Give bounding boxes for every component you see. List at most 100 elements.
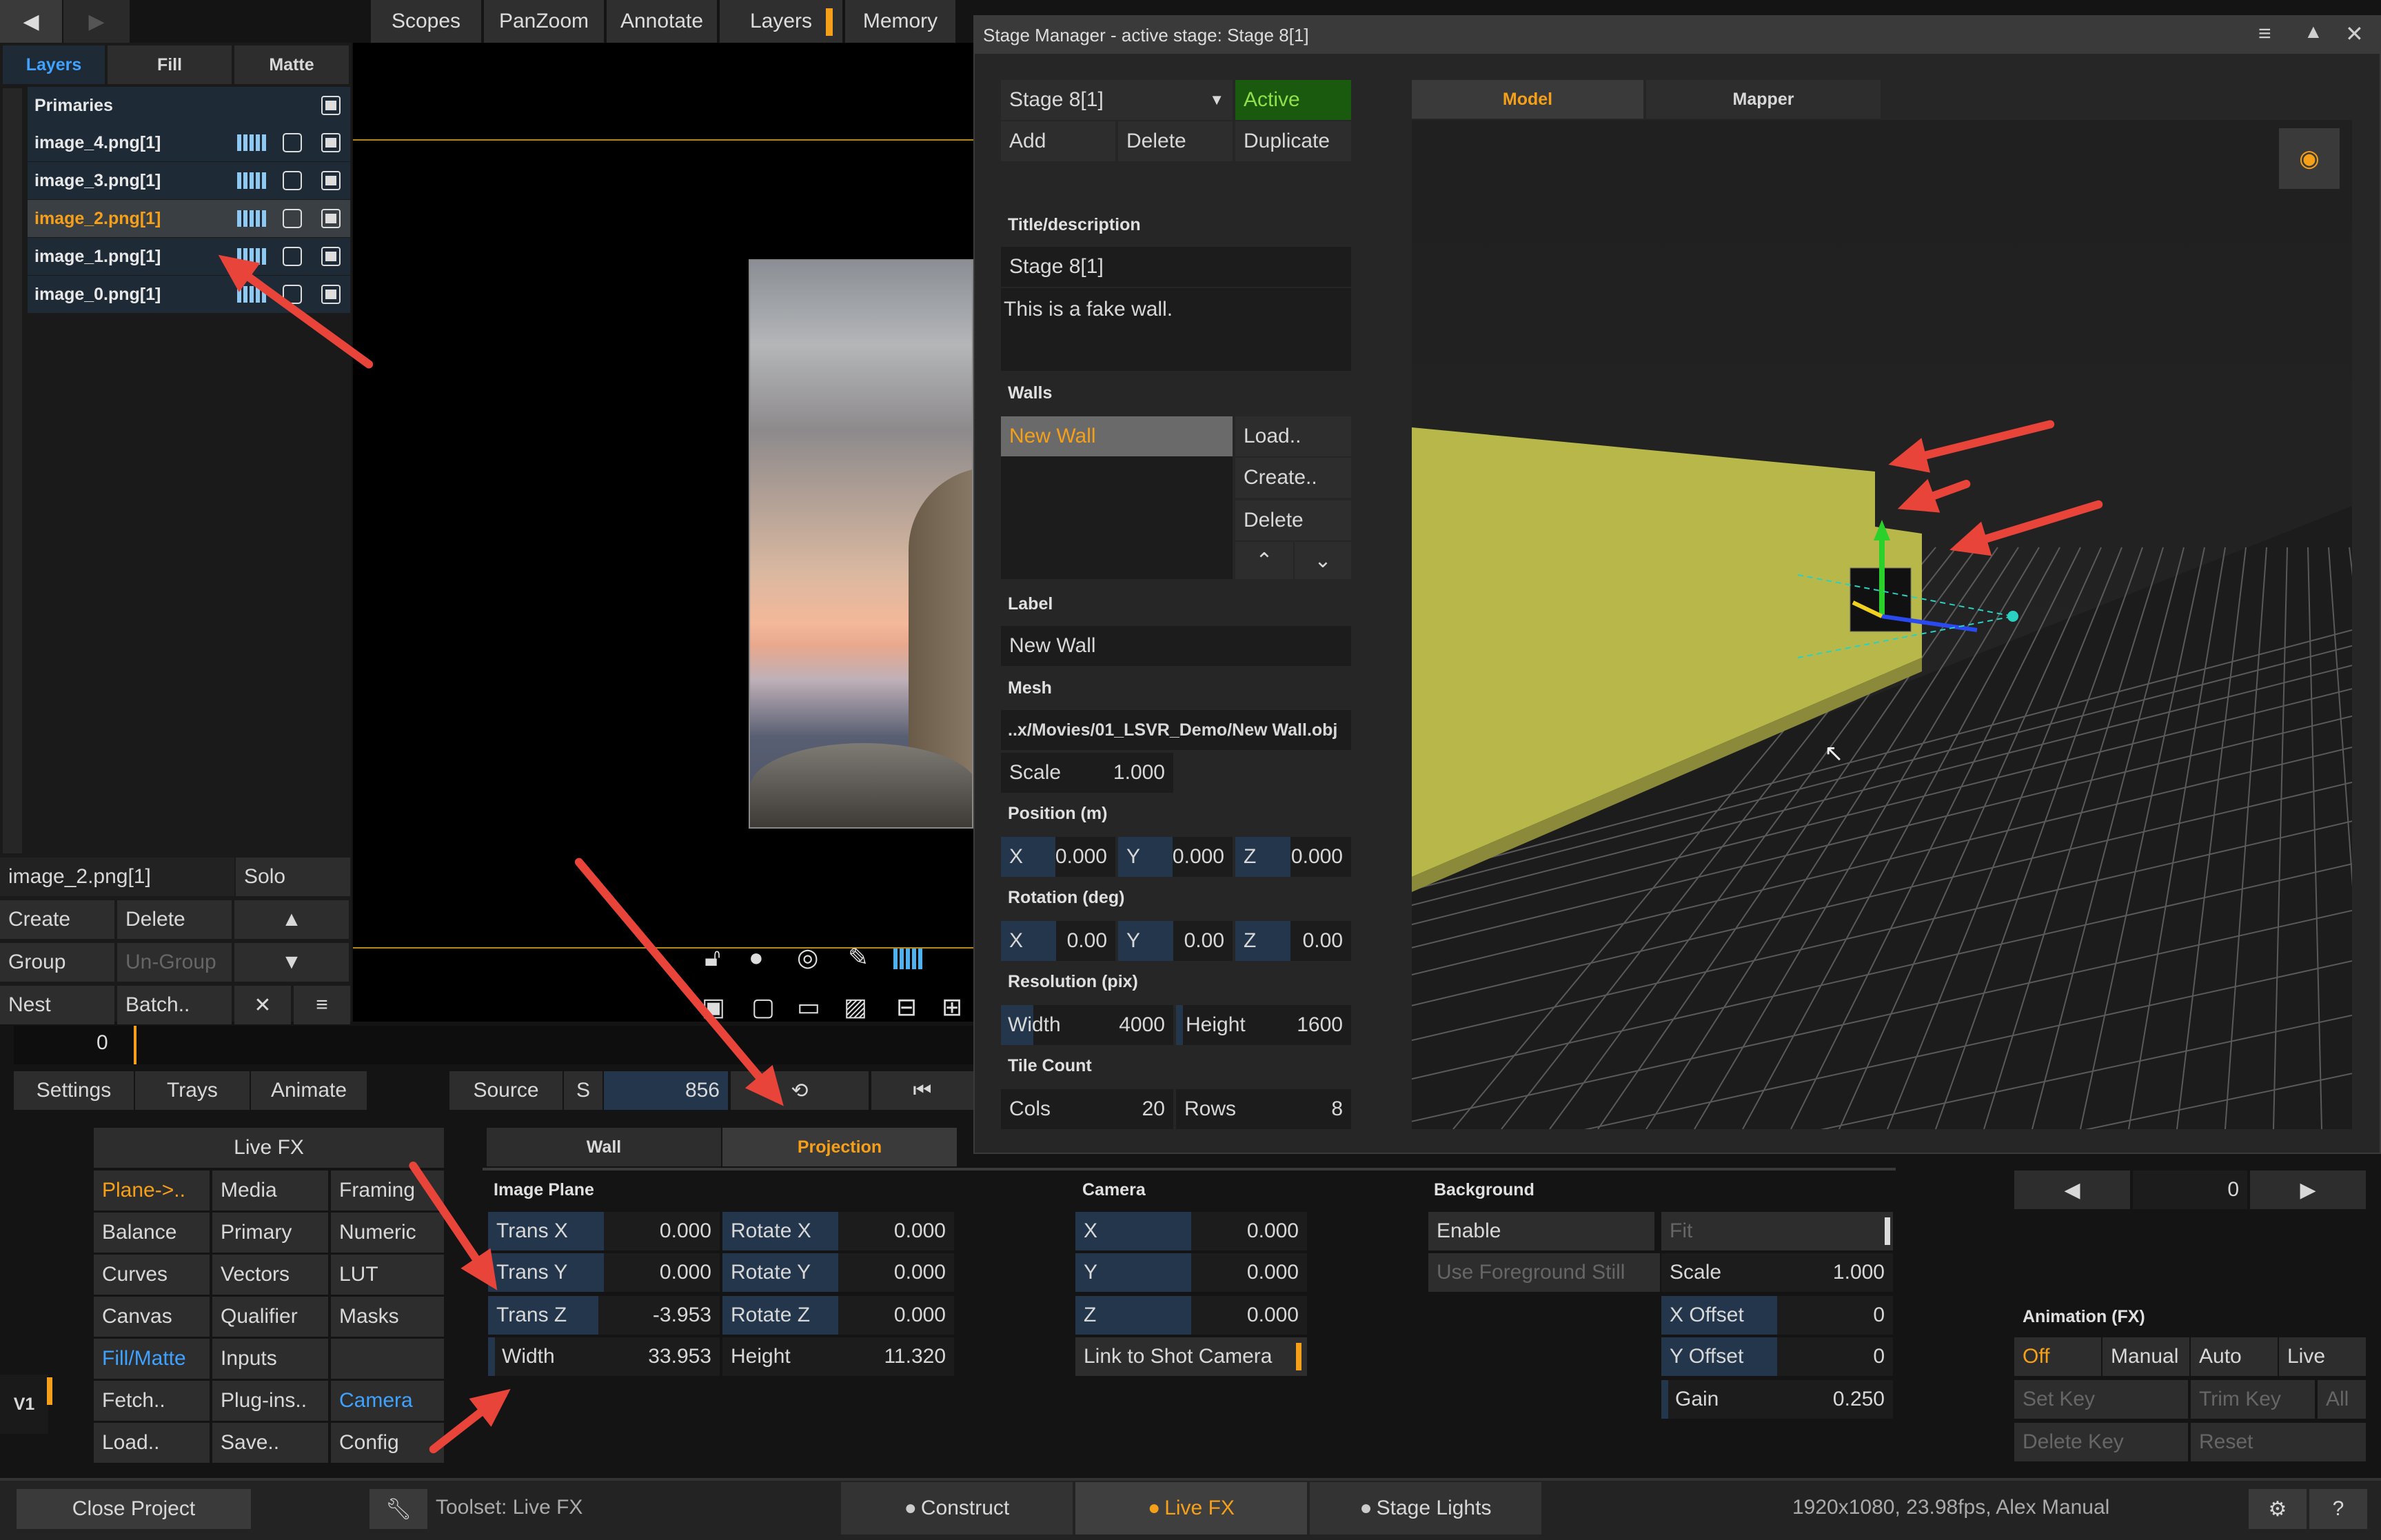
tab-panzoom[interactable]: PanZoom — [484, 0, 604, 43]
bg-gain-field[interactable]: Gain 0.250 — [1661, 1380, 1893, 1419]
layer-toggle-checkbox[interactable] — [321, 247, 341, 266]
load-wall-button[interactable]: Load.. — [1235, 416, 1351, 456]
mesh-scale-field[interactable]: Scale 1.000 — [1001, 753, 1173, 793]
tab-memory[interactable]: Memory — [845, 0, 955, 43]
layer-toggle-checkbox[interactable] — [321, 133, 341, 152]
layer-toggle-checkbox[interactable] — [321, 285, 341, 304]
zoom-out-icon[interactable]: ⊟ — [896, 993, 917, 1022]
mask-icon[interactable]: ▨ — [844, 993, 867, 1022]
key-frame-field[interactable]: 0 — [2133, 1171, 2247, 1209]
primaries-checkbox[interactable] — [321, 96, 341, 115]
fx-fill-matte-button[interactable]: Fill/Matte — [94, 1339, 210, 1379]
trim-key-button[interactable]: Trim Key — [2191, 1380, 2315, 1419]
tab-model[interactable]: Model — [1412, 80, 1643, 119]
mesh-path-field[interactable]: ..x/Movies/01_LSVR_Demo/New Wall.obj — [1001, 710, 1351, 750]
anim-live-button[interactable]: Live — [2279, 1337, 2366, 1376]
delete-stage-button[interactable]: Delete — [1118, 121, 1233, 161]
resolution-width-field[interactable]: Width 4000 — [1001, 1005, 1173, 1045]
create-layer-button[interactable]: Create — [0, 900, 114, 939]
height-field[interactable]: Height 11.320 — [722, 1337, 954, 1376]
aspect-icon[interactable]: ▭ — [797, 993, 820, 1022]
link-to-shot-camera-button[interactable]: Link to Shot Camera — [1075, 1337, 1307, 1376]
close-x-button[interactable]: ✕ — [234, 986, 291, 1024]
layer-visibility-checkbox[interactable] — [283, 209, 302, 228]
camera-y-field[interactable]: Y 0.000 — [1075, 1253, 1307, 1292]
tab-annotate[interactable]: Annotate — [607, 0, 717, 43]
fx-qualifier-button[interactable]: Qualifier — [212, 1297, 328, 1337]
settings-gear-button[interactable]: ⚙ — [2249, 1489, 2307, 1529]
bg-fit-button[interactable]: Fit — [1661, 1212, 1893, 1250]
rotate-y-field[interactable]: Rotate Y 0.000 — [722, 1253, 954, 1292]
set-key-button[interactable]: Set Key — [2014, 1380, 2188, 1419]
key-next-button[interactable]: ▶ — [2250, 1171, 2366, 1209]
layer-toggle-checkbox[interactable] — [321, 209, 341, 228]
position-y-field[interactable]: Y 0.000 — [1118, 837, 1233, 877]
fx-plane-button[interactable]: Plane->.. — [94, 1171, 210, 1210]
stage-description-field[interactable]: This is a fake wall. — [1001, 288, 1351, 371]
bg-y-offset-field[interactable]: Y Offset 0 — [1661, 1337, 1893, 1376]
delete-layer-button[interactable]: Delete — [117, 900, 232, 939]
trans-y-field[interactable]: Trans Y 0.000 — [488, 1253, 720, 1292]
tile-cols-field[interactable]: Cols 20 — [1001, 1089, 1173, 1129]
move-up-button[interactable]: ▲ — [234, 900, 349, 939]
group-button[interactable]: Group — [0, 943, 114, 982]
rotate-z-field[interactable]: Rotate Z 0.000 — [722, 1296, 954, 1335]
move-down-button[interactable]: ▼ — [234, 943, 349, 982]
tab-wall[interactable]: Wall — [487, 1128, 721, 1166]
tab-layers-panel[interactable]: Layers — [3, 45, 105, 84]
anim-off-button[interactable]: Off — [2014, 1337, 2101, 1376]
pencil-icon[interactable]: ✎ — [848, 943, 869, 972]
ungroup-button[interactable]: Un-Group — [117, 943, 232, 982]
wall-move-down-button[interactable]: ⌄ — [1295, 542, 1351, 579]
tab-live-fx[interactable]: ● Live FX — [1075, 1482, 1307, 1534]
layer-row[interactable]: image_3.png[1] — [28, 162, 350, 199]
animate-tab[interactable]: Animate — [251, 1071, 367, 1110]
layer-row[interactable]: image_1.png[1] — [28, 238, 350, 275]
layers-scrollbar[interactable] — [3, 88, 22, 853]
tab-fill[interactable]: Fill — [108, 45, 232, 84]
position-z-field[interactable]: Z 0.000 — [1235, 837, 1351, 877]
window-maximize-icon[interactable]: ▲ — [2304, 21, 2323, 43]
toolset-wrench-button[interactable]: 🔧︎ — [369, 1489, 427, 1529]
create-wall-button[interactable]: Create.. — [1235, 458, 1351, 498]
trays-tab[interactable]: Trays — [135, 1071, 250, 1110]
reset-button[interactable]: Reset — [2191, 1423, 2366, 1461]
menu-button[interactable]: ≡ — [294, 986, 350, 1024]
rotation-x-field[interactable]: X 0.00 — [1001, 921, 1115, 961]
key-prev-button[interactable]: ◀ — [2014, 1171, 2130, 1209]
fx-vectors-button[interactable]: Vectors — [212, 1255, 328, 1295]
trans-z-field[interactable]: Trans Z -3.953 — [488, 1296, 720, 1335]
delete-wall-button[interactable]: Delete — [1235, 500, 1351, 540]
help-button[interactable]: ? — [2309, 1489, 2367, 1529]
wall-move-up-button[interactable]: ⌃ — [1235, 542, 1293, 579]
rotate-x-field[interactable]: Rotate X 0.000 — [722, 1212, 954, 1250]
stage-select-dropdown[interactable]: Stage 8[1] ▼ — [1001, 80, 1233, 120]
layer-row-selected[interactable]: image_2.png[1] — [28, 200, 350, 237]
layer-visibility-checkbox[interactable] — [283, 171, 302, 190]
tab-stage-lights[interactable]: ● Stage Lights — [1310, 1482, 1541, 1534]
duplicate-stage-button[interactable]: Duplicate — [1235, 121, 1351, 161]
fx-balance-button[interactable]: Balance — [94, 1213, 210, 1253]
tab-matte[interactable]: Matte — [234, 45, 349, 84]
globe-icon[interactable]: ◎ — [797, 943, 818, 972]
fx-config-button[interactable]: Config — [331, 1423, 444, 1463]
fx-load-button[interactable]: Load.. — [94, 1423, 210, 1463]
tile-rows-field[interactable]: Rows 8 — [1176, 1089, 1351, 1129]
width-field[interactable]: Width 33.953 — [488, 1337, 720, 1376]
resolution-height-field[interactable]: Height 1600 — [1176, 1005, 1351, 1045]
go-to-start-button[interactable]: ⏮ — [871, 1071, 973, 1110]
lock-icon[interactable]: 🔓︎ — [705, 943, 720, 973]
timeline-bar[interactable] — [14, 1026, 973, 1064]
fx-plug-ins-button[interactable]: Plug-ins.. — [212, 1381, 328, 1421]
tab-mapper[interactable]: Mapper — [1646, 80, 1881, 119]
tab-scopes[interactable]: Scopes — [371, 0, 481, 43]
settings-tab[interactable]: Settings — [14, 1071, 134, 1110]
track-v1[interactable]: V1 — [0, 1375, 48, 1434]
position-x-field[interactable]: X 0.000 — [1001, 837, 1115, 877]
view-orbit-button[interactable]: ◉ — [2279, 128, 2340, 189]
rotation-y-field[interactable]: Y 0.00 — [1118, 921, 1233, 961]
anim-auto-button[interactable]: Auto — [2191, 1337, 2278, 1376]
fx-numeric-button[interactable]: Numeric — [331, 1213, 444, 1253]
bg-scale-field[interactable]: Scale 1.000 — [1661, 1253, 1893, 1292]
primaries-row[interactable]: Primaries — [28, 87, 350, 124]
